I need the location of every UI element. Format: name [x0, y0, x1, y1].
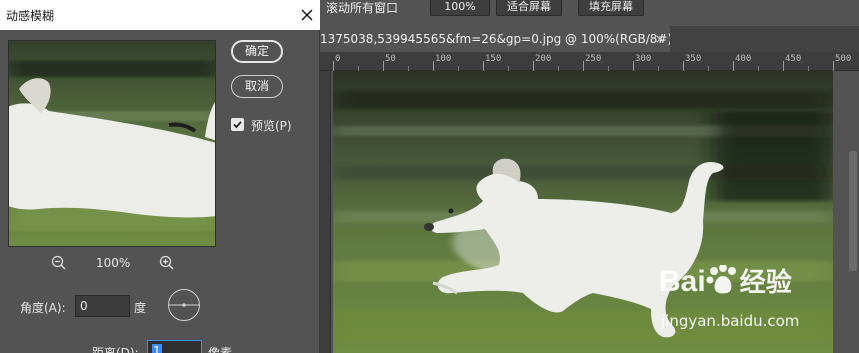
ruler-label: 100 — [435, 54, 452, 64]
preview-checkbox-label: 预览(P) — [251, 119, 292, 133]
ruler-label: 200 — [535, 54, 552, 64]
watermark-logo-text: Bai 经验 — [659, 264, 792, 298]
fill-screen-button[interactable]: 填充屏幕 — [578, 0, 644, 16]
vertical-ruler[interactable] — [320, 71, 331, 353]
horizontal-ruler[interactable]: 0 50 100 150 200 250 300 350 400 450 500 — [320, 52, 859, 71]
ruler-label: 450 — [785, 54, 802, 64]
fit-screen-button[interactable]: 适合屏幕 — [496, 0, 562, 16]
scrollbar-thumb[interactable] — [849, 151, 857, 271]
ruler-label: 250 — [585, 54, 602, 64]
preview-image — [9, 41, 215, 246]
options-bar: 滚动所有窗口 100% 适合屏幕 填充屏幕 — [320, 0, 859, 20]
document-tab-title: 1375038,539945565&fm=26&gp=0.jpg @ 100%(… — [320, 32, 670, 46]
ruler-label: 300 — [635, 54, 652, 64]
close-tab-icon[interactable]: × — [653, 32, 667, 46]
dialog-title-bar[interactable]: 动感模糊 — [0, 0, 320, 30]
close-icon[interactable] — [296, 4, 318, 26]
zoom-100-button[interactable]: 100% — [430, 0, 490, 16]
ruler-label: 0 — [335, 54, 341, 64]
ruler-label: 150 — [485, 54, 502, 64]
preview-checkbox[interactable] — [231, 118, 244, 131]
angle-label: 角度(A): — [20, 301, 66, 315]
distance-value: 1 — [152, 344, 162, 353]
document-tab[interactable]: 1375038,539945565&fm=26&gp=0.jpg @ 100%(… — [320, 26, 670, 52]
ruler-label: 350 — [685, 54, 702, 64]
scroll-all-windows-checkbox-label[interactable]: 滚动所有窗口 — [326, 0, 398, 16]
distance-label: 距离(D): — [92, 346, 139, 353]
distance-input[interactable]: 1 — [147, 340, 202, 353]
baidu-jingyan-watermark: Bai 经验 jingyan.baidu.com — [659, 262, 855, 352]
motion-blur-dialog: 动感模糊 100% 确定 取消 预览(P) 角度(A): 0 度 距离(D): … — [0, 0, 320, 353]
distance-unit: 像素 — [208, 346, 233, 353]
angle-input[interactable]: 0 — [75, 295, 130, 317]
angle-unit: 度 — [134, 301, 147, 315]
ruler-label: 500 — [835, 54, 852, 64]
ok-button[interactable]: 确定 — [231, 40, 283, 63]
checkmark-icon — [233, 121, 242, 129]
dialog-title: 动感模糊 — [6, 9, 55, 23]
ruler-label: 50 — [385, 54, 396, 64]
paw-icon — [706, 264, 736, 294]
ruler-label: 400 — [735, 54, 752, 64]
preview-zoom-level: 100% — [96, 256, 131, 270]
filter-preview[interactable] — [8, 40, 216, 247]
cancel-button[interactable]: 取消 — [231, 75, 283, 98]
document-tab-bar: 1375038,539945565&fm=26&gp=0.jpg @ 100%(… — [320, 26, 859, 52]
angle-dial[interactable] — [167, 288, 201, 322]
watermark-url: jingyan.baidu.com — [661, 312, 800, 330]
zoom-out-icon[interactable] — [50, 254, 68, 272]
zoom-in-icon[interactable] — [158, 254, 176, 272]
